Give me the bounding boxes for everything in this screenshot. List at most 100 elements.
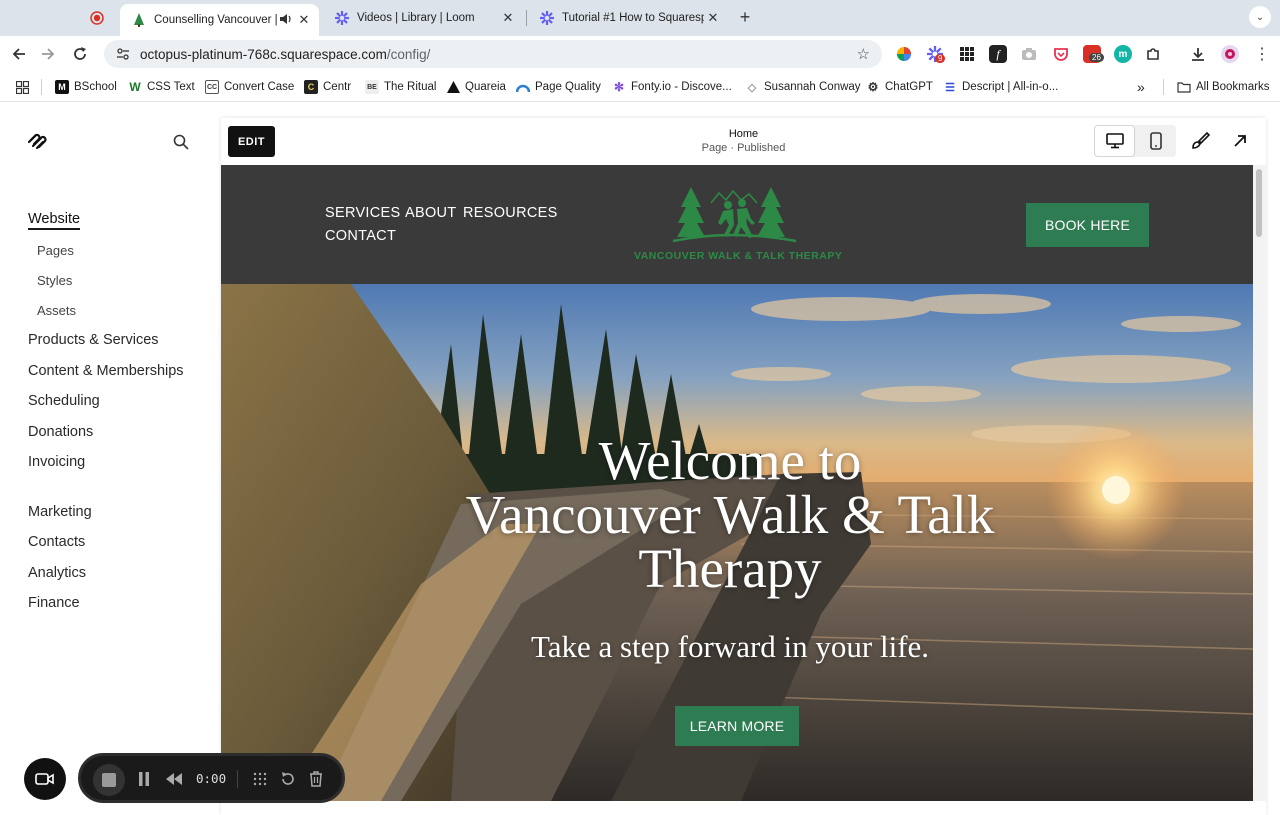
sidebar-item-content-memberships[interactable]: Content & Memberships xyxy=(28,363,184,379)
folder-icon xyxy=(1177,80,1191,94)
bookmark-separator xyxy=(1163,79,1164,95)
site-header: SERVICES ABOUT RESOURCES CONTACT VANCOUV… xyxy=(221,165,1253,284)
tab-counselling-vancouver[interactable]: Counselling Vancouver | V ✕ xyxy=(120,4,319,36)
squarespace-sidebar: Website Pages Styles Assets Products & S… xyxy=(0,103,221,815)
chatgpt-favicon: ⚙ xyxy=(867,80,879,94)
bookmark-star-icon[interactable]: ☆ xyxy=(857,45,870,63)
sidebar-item-donations[interactable]: Donations xyxy=(28,424,93,440)
bookmark-chatgpt[interactable]: ⚙ ChatGPT xyxy=(866,79,933,95)
bookmark-convert-case[interactable]: CC Convert Case xyxy=(205,79,294,95)
site-nav-contact[interactable]: CONTACT xyxy=(325,228,396,244)
rewind-button[interactable] xyxy=(163,768,185,790)
squarespace-logo-icon[interactable] xyxy=(27,133,49,156)
pause-icon xyxy=(139,772,149,786)
sidebar-item-products-services[interactable]: Products & Services xyxy=(28,332,159,348)
bookmark-the-ritual[interactable]: BE The Ritual xyxy=(365,79,436,95)
bookmark-quareia[interactable]: Quareia xyxy=(446,79,506,95)
bookmark-label: All Bookmarks xyxy=(1196,81,1270,93)
bookmark-label: Descript | All-in-o... xyxy=(962,81,1059,93)
stop-recording-button[interactable] xyxy=(93,764,125,796)
loom-badge: 9 xyxy=(935,54,946,63)
close-tab-icon[interactable]: ✕ xyxy=(499,10,517,26)
desktop-view-icon[interactable] xyxy=(1094,125,1135,157)
camera-extension-icon[interactable] xyxy=(1020,45,1038,63)
tab-recording[interactable] xyxy=(78,4,116,32)
book-here-button[interactable]: BOOK HERE xyxy=(1026,203,1149,247)
apps-grid-icon[interactable] xyxy=(16,79,29,95)
logo-text: VANCOUVER WALK & TALK THERAPY xyxy=(634,250,843,262)
loom-control-bar: 0:00 xyxy=(78,753,345,803)
bookmark-susannah-conway[interactable]: ◇ Susannah Conway xyxy=(745,79,861,95)
scrollbar-thumb[interactable] xyxy=(1256,169,1262,237)
bookmark-centr[interactable]: C Centr xyxy=(304,79,351,95)
bookmark-page-quality[interactable]: Page Quality xyxy=(516,79,601,95)
drawing-tool-button[interactable] xyxy=(249,768,271,790)
site-logo[interactable] xyxy=(671,185,806,250)
page-quality-favicon xyxy=(516,80,530,94)
sidebar-item-assets[interactable]: Assets xyxy=(37,303,76,318)
sidebar-item-styles[interactable]: Styles xyxy=(37,273,72,288)
centr-favicon: C xyxy=(304,80,318,94)
bookmark-separator xyxy=(41,79,42,95)
pyramid-favicon xyxy=(446,80,460,94)
sidebar-item-marketing[interactable]: Marketing xyxy=(28,504,92,520)
mobile-view-icon[interactable] xyxy=(1135,125,1176,157)
sidebar-item-scheduling[interactable]: Scheduling xyxy=(28,393,100,409)
close-tab-icon[interactable]: ✕ xyxy=(704,10,722,26)
site-settings-icon[interactable] xyxy=(114,45,132,63)
all-bookmarks[interactable]: All Bookmarks xyxy=(1177,79,1270,95)
font-extension-icon[interactable]: f xyxy=(989,45,1007,63)
site-nav-services[interactable]: SERVICES xyxy=(325,205,400,221)
extensions-puzzle-icon[interactable] xyxy=(1144,45,1162,63)
pause-button[interactable] xyxy=(133,768,155,790)
bookmark-bschool[interactable]: M BSchool xyxy=(55,79,117,95)
site-nav-about[interactable]: ABOUT xyxy=(405,205,456,221)
loom-camera-button[interactable] xyxy=(24,758,66,800)
pocket-extension-icon[interactable] xyxy=(1052,45,1070,63)
sidebar-item-contacts[interactable]: Contacts xyxy=(28,534,85,550)
grid-extension-icon[interactable] xyxy=(958,45,976,63)
loom-favicon xyxy=(335,11,349,25)
sidebar-item-pages[interactable]: Pages xyxy=(37,243,74,258)
forward-icon[interactable] xyxy=(37,43,59,65)
tree-favicon xyxy=(132,13,146,27)
reload-icon[interactable] xyxy=(69,43,91,65)
speaker-icon[interactable] xyxy=(279,13,295,28)
m-extension-icon[interactable]: m xyxy=(1114,45,1132,63)
sidebar-item-website[interactable]: Website xyxy=(28,211,81,230)
search-icon[interactable] xyxy=(173,134,189,155)
close-tab-icon[interactable]: ✕ xyxy=(295,12,313,28)
learn-more-button[interactable]: LEARN MORE xyxy=(675,706,799,746)
bookmarks-overflow-icon[interactable]: » xyxy=(1137,79,1145,95)
browser-menu-icon[interactable]: ⋮ xyxy=(1251,43,1273,65)
loom-extension-icon[interactable]: 9 xyxy=(926,45,946,63)
delete-recording-button[interactable] xyxy=(305,768,327,790)
sidebar-item-invoicing[interactable]: Invoicing xyxy=(28,454,85,470)
bookmark-label: Susannah Conway xyxy=(764,81,861,93)
address-bar[interactable]: octopus-platinum-768c.squarespace.com/co… xyxy=(104,40,882,68)
download-icon[interactable] xyxy=(1189,45,1207,63)
calendar-extension-icon[interactable]: 26 xyxy=(1083,45,1104,63)
open-site-arrow-icon[interactable] xyxy=(1232,133,1248,154)
color-wheel-extension-icon[interactable] xyxy=(895,45,913,63)
bookmark-fonty[interactable]: ✻ Fonty.io - Discove... xyxy=(612,79,732,95)
preview-scrollbar[interactable] xyxy=(1253,165,1266,801)
bookmark-css-text[interactable]: W CSS Text xyxy=(128,79,194,95)
tab-search-chevron-icon[interactable]: ⌄ xyxy=(1249,6,1271,28)
sidebar-item-finance[interactable]: Finance xyxy=(28,595,80,611)
new-tab-icon[interactable]: + xyxy=(734,6,756,28)
tab-loom-library[interactable]: Videos | Library | Loom ✕ xyxy=(323,4,523,32)
hero-title-line: Therapy xyxy=(638,538,822,599)
bookmark-descript[interactable]: ☰ Descript | All-in-o... xyxy=(943,79,1058,95)
bookmark-label: Centr xyxy=(323,81,352,93)
bookmark-label: BSchool xyxy=(74,81,117,93)
site-styles-brush-icon[interactable] xyxy=(1190,131,1211,156)
tab-loom-tutorial[interactable]: Tutorial #1 How to Squarespa ✕ xyxy=(528,4,728,32)
bookmark-label: ChatGPT xyxy=(885,81,933,93)
site-nav-resources[interactable]: RESOURCES xyxy=(463,205,558,221)
back-icon[interactable] xyxy=(8,43,30,65)
restart-button[interactable] xyxy=(277,768,299,790)
bookmark-label: Page Quality xyxy=(535,81,601,93)
sidebar-item-analytics[interactable]: Analytics xyxy=(28,565,86,581)
profile-avatar[interactable] xyxy=(1221,45,1239,63)
